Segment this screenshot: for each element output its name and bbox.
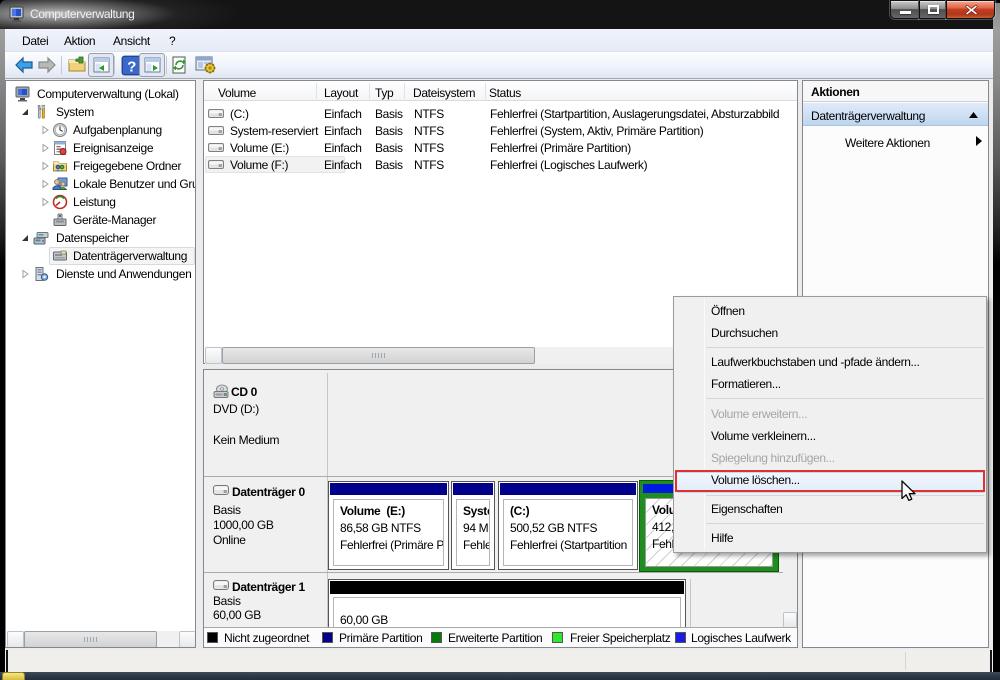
svg-text:?: ? — [127, 58, 136, 75]
